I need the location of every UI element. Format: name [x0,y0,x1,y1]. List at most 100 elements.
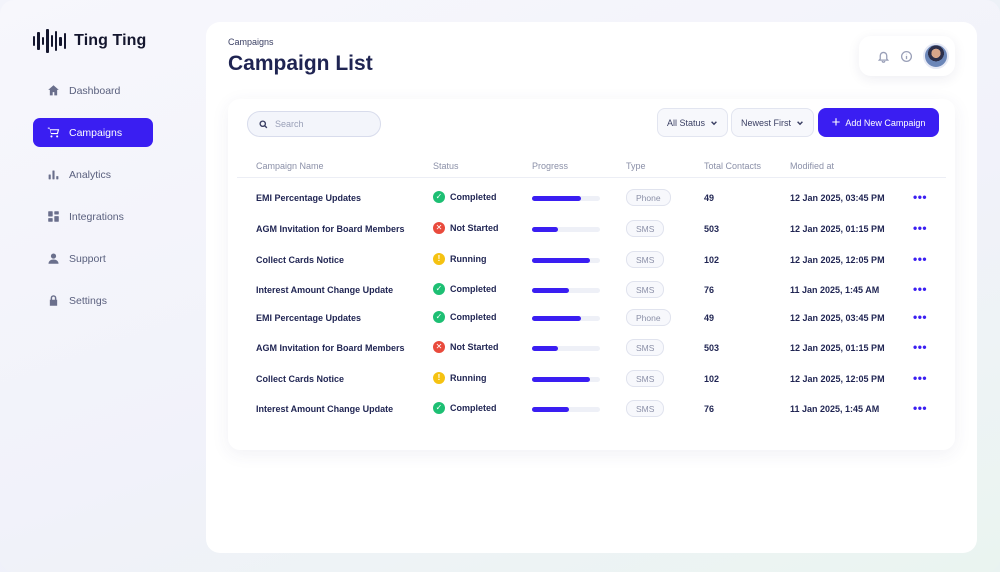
more-options-icon[interactable]: ••• [913,221,927,235]
column-header-type[interactable]: Type [626,161,646,171]
info-icon[interactable] [900,50,913,63]
campaign-name[interactable]: Interest Amount Change Update [256,404,393,414]
search-input[interactable] [275,119,370,129]
x-circle-icon: ✕ [433,341,445,353]
sidebar-item-integrations[interactable]: Integrations [33,202,153,231]
progress-bar [532,288,600,293]
campaign-name[interactable]: AGM Invitation for Board Members [256,224,405,234]
more-options-icon[interactable]: ••• [913,310,927,324]
table-row[interactable]: Interest Amount Change Update ✓ Completed S… [237,279,946,301]
table-row[interactable]: AGM Invitation for Board Members ✕ Not Sta… [237,218,946,240]
status-cell: ✓ Completed [433,283,497,295]
progress-bar [532,407,600,412]
sidebar-item-label: Integrations [69,210,124,223]
lock-icon [49,295,58,306]
progress-fill [532,407,570,412]
table-row[interactable]: EMI Percentage Updates ✓ Completed Phone 49 1… [237,307,946,329]
search-box[interactable] [247,111,381,137]
avatar[interactable] [923,43,949,69]
type-badge: Phone [626,189,671,206]
add-new-campaign-button[interactable]: + Add New Campaign [818,108,939,137]
sidebar-item-support[interactable]: Support [33,244,153,273]
progress-fill [532,346,558,351]
add-new-campaign-label: Add New Campaign [845,117,926,128]
sidebar-item-label: Analytics [69,168,112,181]
sort-dropdown[interactable]: Newest First [731,108,815,137]
type-badge: SMS [626,251,665,268]
campaign-name[interactable]: Collect Cards Notice [256,255,344,265]
status-cell: ! Running [433,253,487,265]
table-row[interactable]: Collect Cards Notice! Running SMS 102 12 Jan… [237,368,946,390]
total-contacts: 49 [704,193,715,203]
status-cell: ! Running [433,372,487,384]
progress-bar [532,377,600,382]
progress-bar [532,227,600,232]
breadcrumb[interactable]: Campaigns [228,37,274,47]
more-options-icon[interactable]: ••• [913,282,927,296]
modified-at: 12 Jan 2025, 03:45 PM [790,193,885,203]
alert-circle-icon: ! [433,253,445,265]
sidebar-item-settings[interactable]: Settings [33,286,153,315]
modified-at: 12 Jan 2025, 12:05 PM [790,374,885,384]
table-row[interactable]: Interest Amount Change Update ✓ Completed S… [237,398,946,420]
table-header: Campaign Name Status Progress Type Total… [237,156,946,178]
bell-icon[interactable] [877,50,890,63]
user-icon [48,253,59,264]
progress-fill [532,316,581,321]
page-title: Campaign List [228,52,373,75]
table-row[interactable]: EMI Percentage Updates ✓ Completed Phone 49 1… [237,187,946,209]
alert-circle-icon: ! [433,372,445,384]
campaign-name[interactable]: EMI Percentage Updates [256,193,361,203]
modified-at: 12 Jan 2025, 12:05 PM [790,255,885,265]
column-header-name[interactable]: Campaign Name [256,161,324,171]
status-label: Running [450,254,487,264]
sidebar-item-dashboard[interactable]: Dashboard [33,76,153,105]
progress-fill [532,288,570,293]
search-icon [259,119,268,128]
total-contacts: 102 [704,255,720,265]
type-badge: SMS [626,281,665,298]
type-badge: SMS [626,370,665,387]
campaign-name[interactable]: EMI Percentage Updates [256,313,361,323]
more-options-icon[interactable]: ••• [913,252,927,266]
app-frame: Ting Ting Dashboard Campaigns Analytics … [0,0,1000,572]
progress-bar [532,196,600,201]
total-contacts: 503 [704,343,720,353]
sidebar-item-label: Support [69,252,106,265]
modified-at: 12 Jan 2025, 03:45 PM [790,313,885,323]
logo[interactable]: Ting Ting [33,29,146,53]
status-cell: ✕ Not Started [433,341,499,353]
x-circle-icon: ✕ [433,222,445,234]
more-options-icon[interactable]: ••• [913,190,927,204]
campaign-name[interactable]: Collect Cards Notice [256,374,344,384]
column-header-status[interactable]: Status [433,161,459,171]
type-badge: SMS [626,400,665,417]
campaign-name[interactable]: Interest Amount Change Update [256,285,393,295]
status-label: Running [450,373,487,383]
campaign-name[interactable]: AGM Invitation for Board Members [256,343,405,353]
table-row[interactable]: Collect Cards Notice! Running SMS 102 12 Jan… [237,249,946,271]
column-header-progress[interactable]: Progress [532,161,568,171]
more-options-icon[interactable]: ••• [913,401,927,415]
status-label: Completed [450,192,497,202]
more-options-icon[interactable]: ••• [913,371,927,385]
grid-icon [48,211,59,222]
column-header-total-contacts[interactable]: Total Contacts [704,161,761,171]
check-circle-icon: ✓ [433,311,445,323]
progress-bar [532,316,600,321]
more-options-icon[interactable]: ••• [913,340,927,354]
modified-at: 11 Jan 2025, 1:45 AM [790,404,880,414]
status-cell: ✓ Completed [433,311,497,323]
table-row[interactable]: AGM Invitation for Board Members ✕ Not Sta… [237,337,946,359]
app-name: Ting Ting [74,32,147,49]
status-filter-dropdown[interactable]: All Status [657,108,729,137]
type-badge: SMS [626,220,665,237]
sidebar-item-campaigns[interactable]: Campaigns [33,118,153,147]
total-contacts: 102 [704,374,720,384]
status-cell: ✓ Completed [433,402,497,414]
progress-fill [532,196,581,201]
column-header-modified[interactable]: Modified at [790,161,834,171]
header-actions [859,36,955,76]
sidebar-item-analytics[interactable]: Analytics [33,160,153,189]
status-cell: ✓ Completed [433,191,497,203]
